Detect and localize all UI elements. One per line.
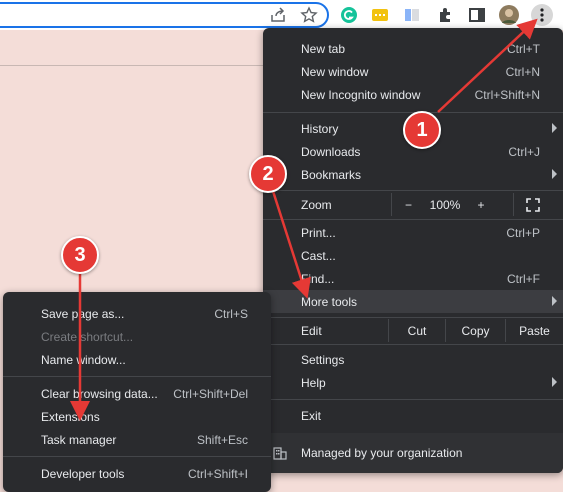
menu-item-label: More tools: [301, 294, 358, 309]
fullscreen-icon: [525, 197, 540, 212]
kebab-menu-icon[interactable]: [531, 4, 553, 26]
menu-item-exit[interactable]: Exit: [263, 404, 563, 427]
submenu-item-create-shortcut: Create shortcut...: [3, 325, 271, 348]
menu-item-zoom: Zoom − 100% +: [263, 193, 563, 216]
menu-item-label: Task manager: [41, 432, 117, 447]
menu-separator: [263, 399, 563, 400]
submenu-item-developer-tools[interactable]: Developer tools Ctrl+Shift+I: [3, 462, 271, 485]
menu-item-label: Managed by your organization: [301, 446, 463, 460]
zoom-level: 100%: [429, 197, 461, 212]
menu-item-label: Clear browsing data...: [41, 386, 158, 401]
menu-item-help[interactable]: Help: [263, 371, 563, 394]
menu-item-shortcut: Ctrl+J: [508, 144, 540, 159]
menu-item-label: Exit: [301, 408, 322, 423]
menu-item-managed[interactable]: Managed by your organization: [263, 433, 563, 473]
submenu-item-save-page[interactable]: Save page as... Ctrl+S: [3, 302, 271, 325]
menu-separator: [263, 344, 563, 345]
menu-item-shortcut: Ctrl+F: [507, 271, 540, 286]
chrome-main-menu: New tab Ctrl+T New window Ctrl+N New Inc…: [263, 28, 563, 473]
submenu-item-clear-browsing[interactable]: Clear browsing data... Ctrl+Shift+Del: [3, 382, 271, 405]
share-icon[interactable]: [269, 6, 287, 24]
menu-item-label: Create shortcut...: [41, 329, 134, 344]
menu-item-label: Downloads: [301, 144, 361, 159]
submenu-arrow-icon: [552, 296, 557, 306]
menu-item-shortcut: Ctrl+Shift+I: [187, 466, 248, 481]
submenu-arrow-icon: [552, 169, 557, 179]
cut-button[interactable]: Cut: [388, 319, 445, 342]
menu-item-label: Zoom: [301, 197, 332, 212]
more-tools-submenu: Save page as... Ctrl+S Create shortcut..…: [3, 292, 271, 492]
menu-item-new-incognito[interactable]: New Incognito window Ctrl+Shift+N: [263, 83, 563, 106]
fullscreen-button[interactable]: [513, 193, 551, 216]
step-badge-1: 1: [403, 111, 441, 149]
menu-item-shortcut: Ctrl+P: [506, 225, 540, 240]
menu-item-label: New tab: [301, 41, 346, 56]
submenu-item-extensions[interactable]: Extensions: [3, 405, 271, 428]
menu-item-print[interactable]: Print... Ctrl+P: [263, 221, 563, 244]
menu-item-label: Find...: [301, 271, 335, 286]
step-badge-3: 3: [61, 236, 99, 274]
profile-avatar[interactable]: [499, 5, 519, 25]
menu-separator: [3, 376, 271, 377]
submenu-arrow-icon: [552, 123, 557, 133]
submenu-arrow-icon: [552, 377, 557, 387]
extension-book-icon[interactable]: [403, 6, 421, 24]
building-icon: [273, 447, 287, 460]
menu-item-label: Help: [301, 375, 326, 390]
menu-separator: [263, 317, 563, 318]
menu-item-more-tools[interactable]: More tools: [263, 290, 563, 313]
puzzle-icon[interactable]: [437, 6, 455, 24]
menu-item-label: New window: [301, 64, 369, 79]
menu-item-label: Cast...: [301, 248, 336, 263]
copy-button[interactable]: Copy: [445, 319, 505, 342]
menu-item-label: Settings: [301, 352, 345, 367]
menu-item-label: History: [301, 121, 339, 136]
submenu-item-name-window[interactable]: Name window...: [3, 348, 271, 371]
menu-item-settings[interactable]: Settings: [263, 348, 563, 371]
menu-item-new-window[interactable]: New window Ctrl+N: [263, 60, 563, 83]
grammarly-icon[interactable]: [340, 6, 358, 24]
menu-item-shortcut: Ctrl+T: [507, 41, 540, 56]
sidepanel-icon[interactable]: [468, 6, 486, 24]
zoom-out-button[interactable]: −: [391, 193, 425, 216]
step-badge-2: 2: [249, 155, 287, 193]
menu-item-label: Edit: [301, 323, 322, 338]
menu-separator: [3, 456, 271, 457]
browser-toolbar: [0, 0, 563, 30]
menu-item-bookmarks[interactable]: Bookmarks: [263, 163, 563, 186]
menu-item-cast[interactable]: Cast...: [263, 244, 563, 267]
menu-item-new-tab[interactable]: New tab Ctrl+T: [263, 37, 563, 60]
menu-item-label: Save page as...: [41, 306, 125, 321]
menu-item-label: Extensions: [41, 409, 100, 424]
extension-yellow-icon[interactable]: [371, 6, 389, 24]
menu-item-shortcut: Ctrl+N: [505, 64, 540, 79]
menu-item-label: Name window...: [41, 352, 126, 367]
menu-item-label: Print...: [301, 225, 336, 240]
menu-separator: [263, 190, 563, 191]
menu-separator: [263, 219, 563, 220]
menu-item-shortcut: Ctrl+S: [214, 306, 248, 321]
menu-item-shortcut: Ctrl+Shift+Del: [173, 386, 248, 401]
menu-item-label: New Incognito window: [301, 87, 421, 102]
menu-item-edit: Edit Cut Copy Paste: [263, 319, 563, 342]
submenu-item-task-manager[interactable]: Task manager Shift+Esc: [3, 428, 271, 451]
menu-item-shortcut: Shift+Esc: [196, 432, 248, 447]
page-divider: [0, 65, 265, 66]
menu-item-label: Developer tools: [41, 466, 125, 481]
menu-item-find[interactable]: Find... Ctrl+F: [263, 267, 563, 290]
zoom-in-button[interactable]: +: [465, 193, 497, 216]
menu-item-label: Bookmarks: [301, 167, 362, 182]
paste-button[interactable]: Paste: [505, 319, 563, 342]
menu-item-shortcut: Ctrl+Shift+N: [474, 87, 540, 102]
star-icon[interactable]: [300, 6, 318, 24]
